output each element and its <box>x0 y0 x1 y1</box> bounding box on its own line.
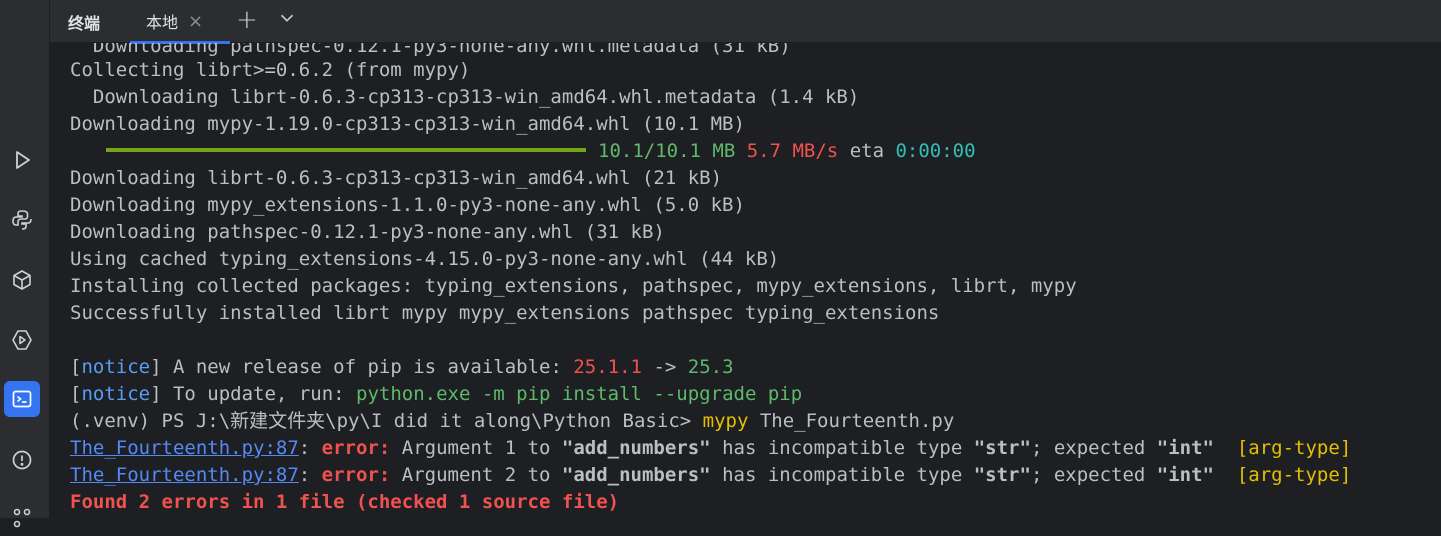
tool-window-strip <box>0 0 50 528</box>
progress-size: 10.1/10.1 MB <box>598 140 736 162</box>
prompt-path: (.venv) PS J:\新建文件夹\py\I did it along\Py… <box>70 410 703 432</box>
tab-local[interactable]: 本地 × <box>130 0 230 44</box>
error-summary: Found 2 errors in 1 file (checked 1 sour… <box>70 491 620 513</box>
error-line: The_Fourteenth.py:87: error: Argument 2 … <box>70 464 1352 486</box>
chevron-down-icon[interactable] <box>276 7 298 29</box>
progress-eta-label: eta <box>849 140 885 162</box>
python-packages-icon[interactable] <box>4 262 40 298</box>
terminal-line: Downloading librt-0.6.3-cp313-cp313-win_… <box>70 86 860 108</box>
python-console-icon[interactable] <box>4 202 40 238</box>
terminal-tab-bar: 终端 本地 × + <box>50 0 1441 44</box>
progress-line: 10.1/10.1 MB 5.7 MB/s eta 0:00:00 <box>70 138 976 165</box>
terminal-line: Downloading mypy_extensions-1.1.0-py3-no… <box>70 194 745 216</box>
notice-tag: notice <box>81 356 151 378</box>
terminal-icon[interactable] <box>4 381 40 417</box>
terminal-line: Using cached typing_extensions-4.15.0-py… <box>70 248 780 270</box>
new-tab-icon[interactable]: + <box>236 5 258 35</box>
tab-local-label: 本地 <box>146 13 179 32</box>
terminal-line: Downloading librt-0.6.3-cp313-cp313-win_… <box>70 167 723 189</box>
error-file-link[interactable]: The_Fourteenth.py:87 <box>70 464 299 486</box>
terminal-line: Installing collected packages: typing_ex… <box>70 275 1077 297</box>
pip-old-version: 25.1.1 <box>573 356 642 378</box>
terminal-title: 终端 <box>68 14 101 33</box>
error-code: [arg-type] <box>1213 464 1352 486</box>
prompt-command: mypy <box>702 410 749 432</box>
error-level: error: <box>321 464 391 486</box>
prompt-line: (.venv) PS J:\新建文件夹\py\I did it along\Py… <box>70 408 954 435</box>
prompt-argument: The_Fourteenth.py <box>748 410 955 432</box>
terminal-line: Successfully installed librt mypy mypy_e… <box>70 302 940 324</box>
pip-notice-line: [notice] A new release of pip is availab… <box>70 356 734 378</box>
terminal-line: Collecting librt>=0.6.2 (from mypy) <box>70 59 471 81</box>
error-code: [arg-type] <box>1213 437 1352 459</box>
pip-notice-line: [notice] To update, run: python.exe -m p… <box>70 383 803 405</box>
progress-speed: 5.7 MB/s <box>746 140 839 162</box>
pip-upgrade-command: python.exe -m pip install --upgrade pip <box>356 383 803 405</box>
run-icon[interactable] <box>4 142 40 178</box>
progress-eta: 0:00:00 <box>895 140 976 162</box>
progress-bar <box>106 147 586 152</box>
error-file-link[interactable]: The_Fourteenth.py:87 <box>70 437 299 459</box>
git-icon[interactable] <box>4 500 40 536</box>
notice-tag: notice <box>81 383 151 405</box>
terminal-line: Downloading mypy-1.19.0-cp313-cp313-win_… <box>70 113 745 135</box>
error-line: The_Fourteenth.py:87: error: Argument 1 … <box>70 437 1352 459</box>
close-icon[interactable]: × <box>188 11 203 32</box>
error-level: error: <box>321 437 391 459</box>
services-icon[interactable] <box>4 322 40 358</box>
terminal-line: Downloading pathspec-0.12.1-py3-none-any… <box>70 221 665 243</box>
problems-icon[interactable] <box>4 442 40 478</box>
terminal-output[interactable]: Downloading pathspec-0.12.1-py3-none-any… <box>50 43 1441 518</box>
pip-new-version: 25.3 <box>687 356 734 378</box>
